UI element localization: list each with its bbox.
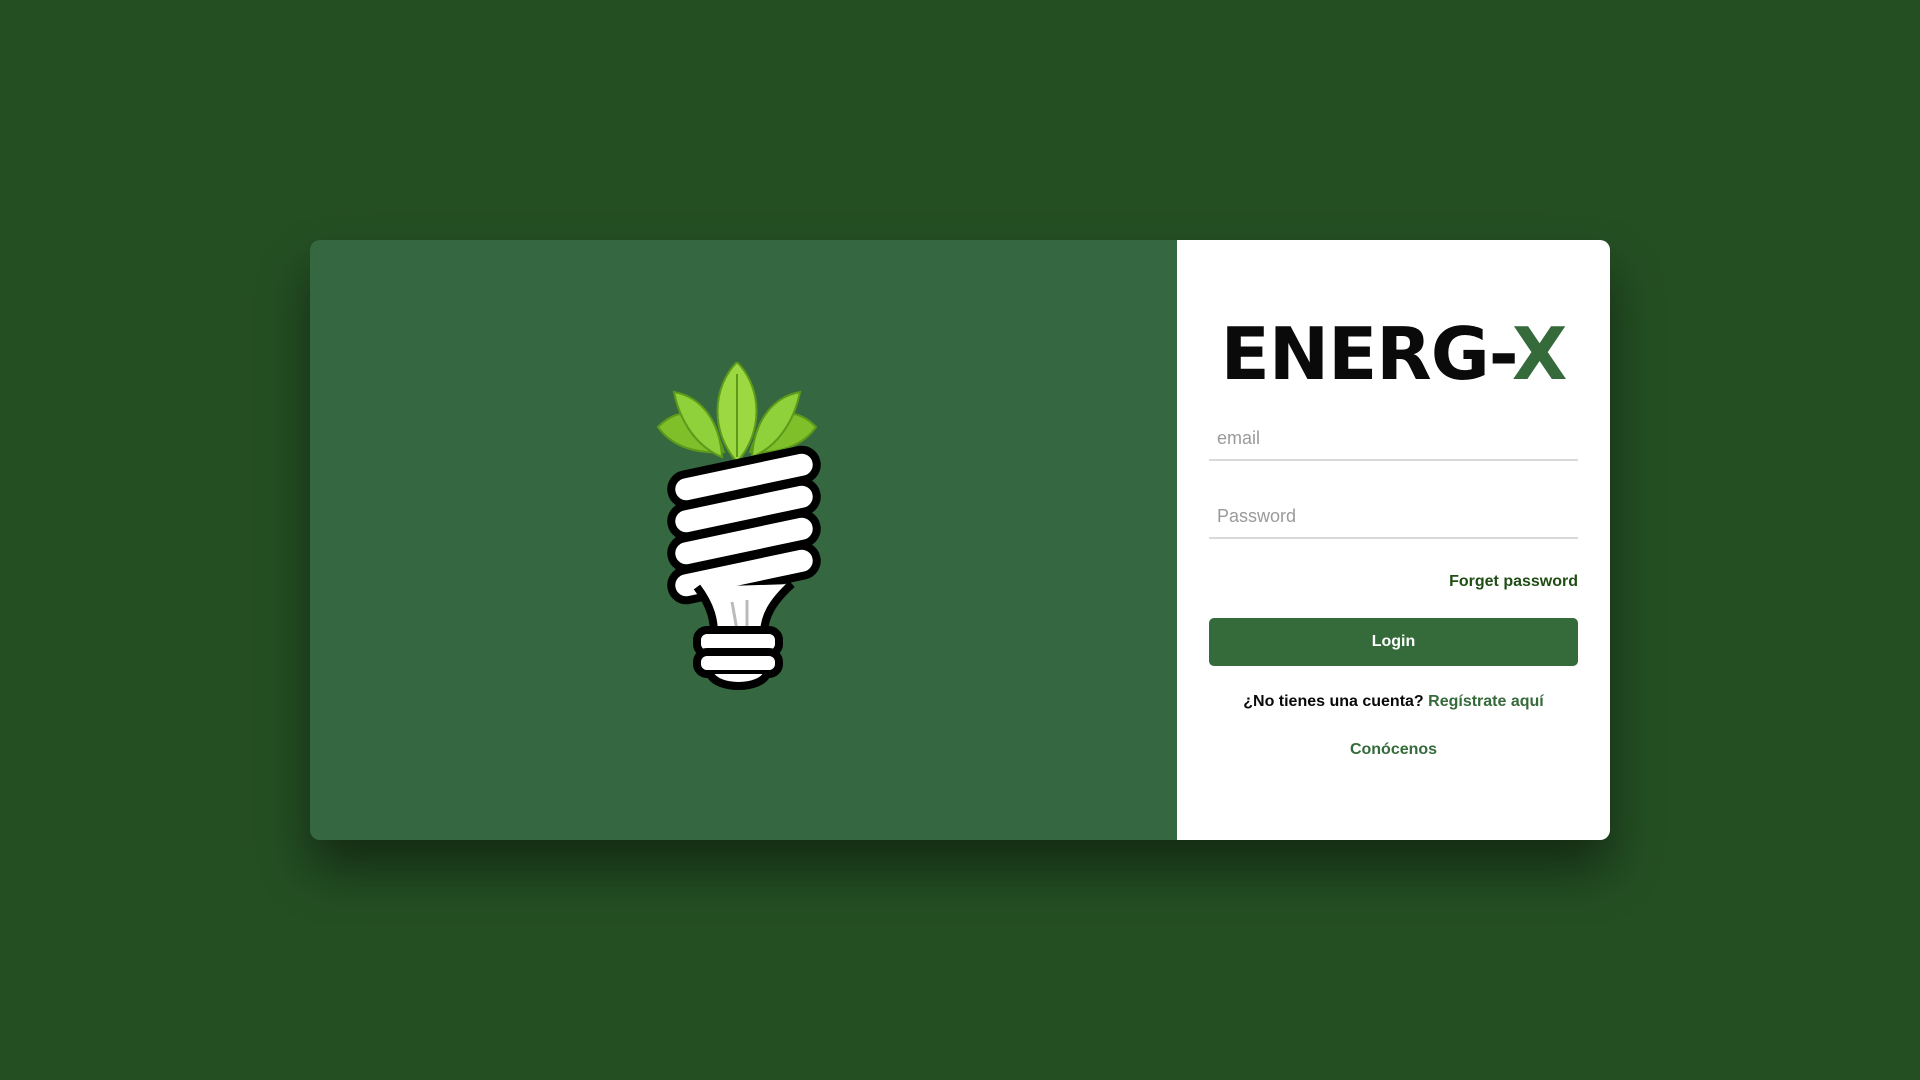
password-field[interactable] bbox=[1209, 495, 1578, 539]
login-form-panel: ENERG-X Forget password Login ¿No tienes… bbox=[1177, 240, 1610, 840]
brand-title-main: ENERG- bbox=[1220, 312, 1513, 396]
email-field[interactable] bbox=[1209, 417, 1578, 461]
brand-title-accent: X bbox=[1511, 312, 1568, 396]
register-prompt-line: ¿No tienes una cuenta? Regístrate aquí bbox=[1177, 693, 1610, 711]
bulb-coils bbox=[667, 445, 821, 605]
about-us-link[interactable]: Conócenos bbox=[1177, 741, 1610, 759]
brand-title: ENERG-X bbox=[1177, 318, 1610, 390]
illustration-panel bbox=[310, 240, 1177, 840]
bulb-base bbox=[693, 626, 783, 690]
leaves bbox=[656, 362, 818, 464]
eco-lightbulb-icon bbox=[656, 362, 821, 690]
login-button[interactable]: Login bbox=[1209, 618, 1578, 666]
forget-password-link[interactable]: Forget password bbox=[1449, 573, 1578, 591]
register-prompt-text: ¿No tienes una cuenta? bbox=[1243, 693, 1424, 710]
login-card: ENERG-X Forget password Login ¿No tienes… bbox=[310, 240, 1610, 840]
register-link[interactable]: Regístrate aquí bbox=[1428, 693, 1544, 710]
